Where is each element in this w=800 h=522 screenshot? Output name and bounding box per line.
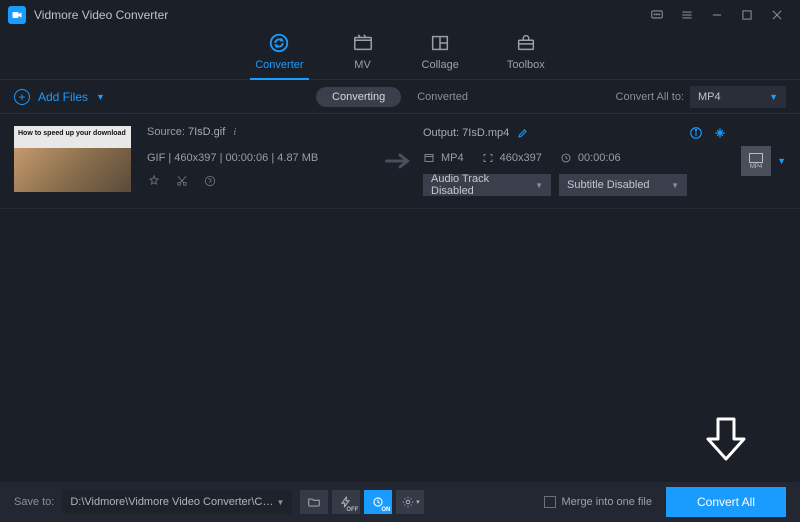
- output-filename: 7IsD.mp4: [462, 127, 509, 139]
- app-logo-icon: [8, 6, 26, 24]
- file-thumbnail[interactable]: How to speed up your download: [14, 126, 131, 192]
- app-title: Vidmore Video Converter: [34, 8, 168, 22]
- format-badge: MP4: [750, 164, 762, 170]
- info-icon[interactable]: i: [233, 126, 236, 138]
- output-label: Output:: [423, 127, 459, 139]
- close-icon[interactable]: [766, 4, 788, 26]
- sub-tabs: Converting Converted: [316, 87, 484, 107]
- format-value: MP4: [698, 91, 721, 103]
- convert-all-button[interactable]: Convert All: [666, 487, 786, 517]
- collage-icon: [429, 31, 451, 55]
- convert-label: Convert All: [697, 495, 755, 509]
- converter-icon: [268, 31, 290, 55]
- source-column: Source: 7IsD.gif i GIF | 460x397 | 00:00…: [147, 126, 377, 196]
- high-speed-button[interactable]: ON: [364, 490, 392, 514]
- dd-value: Subtitle Disabled: [567, 179, 650, 191]
- plus-circle-icon: +: [14, 89, 30, 105]
- subtitle-dropdown[interactable]: Subtitle Disabled ▼: [559, 174, 687, 196]
- spec-value: 00:00:06: [578, 152, 621, 164]
- output-format-dropdown[interactable]: MP4 ▼: [690, 86, 786, 108]
- status-sub: ON: [381, 507, 390, 513]
- chevron-down-icon: ▼: [671, 181, 679, 190]
- tab-mv[interactable]: MV: [352, 29, 374, 79]
- maximize-icon[interactable]: [736, 4, 758, 26]
- status-sub: OFF: [346, 507, 358, 513]
- subtab-label: Converting: [332, 91, 385, 103]
- thumbnail-caption: How to speed up your download: [18, 130, 127, 138]
- arrow-icon: [377, 126, 423, 196]
- spec-format: MP4: [423, 152, 464, 164]
- merge-label: Merge into one file: [562, 496, 653, 508]
- save-path-dropdown[interactable]: D:\Vidmore\Vidmore Video Converter\Conve…: [62, 490, 292, 514]
- toolbox-icon: [515, 31, 537, 55]
- trim-button[interactable]: [175, 174, 189, 188]
- sub-bar: + Add Files ▼ Converting Converted Conve…: [0, 80, 800, 114]
- title-bar: Vidmore Video Converter: [0, 0, 800, 30]
- tab-collage[interactable]: Collage: [422, 29, 459, 79]
- spec-value: 460x397: [500, 152, 542, 164]
- item-format-button[interactable]: MP4: [741, 146, 771, 176]
- audio-track-dropdown[interactable]: Audio Track Disabled ▼: [423, 174, 551, 196]
- tab-label: Converter: [255, 59, 303, 71]
- item-format-selector: MP4 ▼: [727, 126, 786, 196]
- chevron-down-icon: ▾: [416, 498, 420, 506]
- enhance-button[interactable]: [147, 174, 161, 188]
- chevron-down-icon: ▼: [535, 181, 543, 190]
- tab-converter[interactable]: Converter: [255, 29, 303, 79]
- spec-value: MP4: [441, 152, 464, 164]
- source-label: Source:: [147, 126, 185, 138]
- tab-label: MV: [354, 59, 371, 71]
- minimize-icon[interactable]: [706, 4, 728, 26]
- open-folder-button[interactable]: [300, 490, 328, 514]
- spec-duration: 00:00:06: [560, 152, 621, 164]
- mv-icon: [352, 31, 374, 55]
- spec-resolution: 460x397: [482, 152, 542, 164]
- add-files-button[interactable]: + Add Files ▼: [14, 89, 105, 105]
- saveto-label: Save to:: [14, 496, 54, 508]
- thumbnail-image: [14, 148, 131, 192]
- chevron-down-icon: ▼: [769, 92, 786, 102]
- compress-icon[interactable]: [713, 126, 727, 140]
- main-nav: Converter MV Collage Toolbox: [0, 30, 800, 80]
- video-icon: [749, 153, 763, 163]
- checkbox-icon: [544, 496, 556, 508]
- tab-toolbox[interactable]: Toolbox: [507, 29, 545, 79]
- merge-checkbox[interactable]: Merge into one file: [544, 496, 653, 508]
- footer-bar: Save to: D:\Vidmore\Vidmore Video Conver…: [0, 482, 800, 522]
- source-filename: 7IsD.gif: [188, 126, 225, 138]
- output-column: Output: 7IsD.mp4 MP4 460x397 00:00:06 Au…: [423, 126, 727, 196]
- menu-icon[interactable]: [676, 4, 698, 26]
- chevron-down-icon[interactable]: ▼: [777, 156, 786, 166]
- file-item: How to speed up your download Source: 7I…: [0, 114, 800, 209]
- subtab-converted[interactable]: Converted: [401, 87, 484, 107]
- save-path-value: D:\Vidmore\Vidmore Video Converter\Conve…: [70, 496, 276, 508]
- subtab-converting[interactable]: Converting: [316, 87, 401, 107]
- convert-all-to-label: Convert All to:: [616, 91, 684, 103]
- settings-button[interactable]: ▾: [396, 490, 424, 514]
- chevron-down-icon: ▼: [276, 498, 284, 507]
- edit-button[interactable]: [203, 174, 217, 188]
- dd-value: Audio Track Disabled: [431, 173, 525, 197]
- hardware-accel-button[interactable]: OFF: [332, 490, 360, 514]
- add-files-label: Add Files: [38, 90, 88, 104]
- feedback-icon[interactable]: [646, 4, 668, 26]
- info-output-icon[interactable]: [689, 126, 703, 140]
- source-meta: GIF | 460x397 | 00:00:06 | 4.87 MB: [147, 152, 377, 164]
- rename-icon[interactable]: [517, 127, 529, 139]
- tab-label: Collage: [422, 59, 459, 71]
- subtab-label: Converted: [417, 91, 468, 103]
- hint-arrow-icon: [704, 415, 748, 468]
- tab-label: Toolbox: [507, 59, 545, 71]
- chevron-down-icon: ▼: [96, 92, 105, 102]
